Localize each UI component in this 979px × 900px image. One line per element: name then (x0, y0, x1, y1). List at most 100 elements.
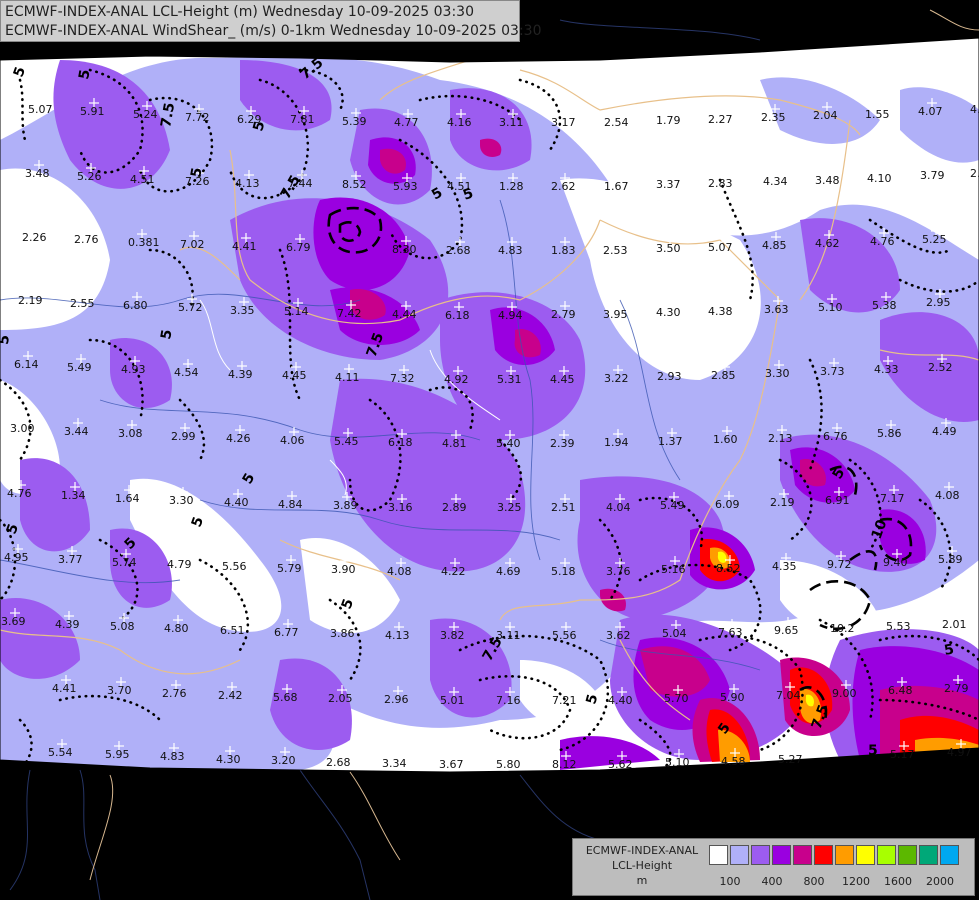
legend-swatch (835, 845, 854, 865)
windshear-value-label: 4.11 (335, 371, 360, 384)
windshear-value-label: 1.79 (656, 114, 681, 127)
windshear-value-label: 5.45 (334, 435, 359, 448)
windshear-value-label: 3.73 (820, 365, 845, 378)
windshear-value-label: 1.83 (551, 244, 576, 257)
windshear-value-label: 7.21 (552, 694, 577, 707)
windshear-value-label: 5.10 (665, 756, 690, 769)
windshear-value-label: 8.30 (392, 243, 417, 256)
windshear-value-label: 4.97 (947, 746, 972, 759)
windshear-value-label: 3.25 (497, 501, 522, 514)
windshear-value-label: 2.55 (70, 297, 95, 310)
windshear-value-label: 3.69 (1, 615, 26, 628)
windshear-value-label: 4.83 (498, 244, 523, 257)
windshear-value-label: 5.38 (872, 299, 897, 312)
windshear-value-label: 2.19 (18, 294, 43, 307)
windshear-value-label: 1.64 (115, 492, 140, 505)
legend-tick-label: 1200 (842, 875, 870, 888)
windshear-value-label: 4.38 (708, 305, 733, 318)
windshear-value-label: 4.58 (721, 755, 746, 768)
windshear-value-label: 5.95 (105, 748, 130, 761)
windshear-value-label: 4.06 (280, 434, 305, 447)
windshear-value-label: 5.86 (877, 427, 902, 440)
windshear-value-label: 4.81 (442, 437, 467, 450)
windshear-value-label: 4.08 (387, 565, 412, 578)
windshear-value-label: 2.42 (218, 689, 243, 702)
windshear-value-label: 4.51 (130, 173, 155, 186)
windshear-value-label: 5.54 (48, 746, 73, 759)
legend-swatch (793, 845, 812, 865)
windshear-value-label: 3.30 (169, 494, 194, 507)
windshear-value-label: 3.50 (656, 242, 681, 255)
windshear-value-label: 6.48 (888, 684, 913, 697)
windshear-value-label: 4.92 (444, 373, 469, 386)
windshear-value-label: 2.54 (604, 116, 629, 129)
windshear-value-label: 4.34 (763, 175, 788, 188)
windshear-value-label: 1.67 (604, 180, 629, 193)
windshear-value-label: 7.81 (290, 113, 315, 126)
windshear-value-label: 3.37 (656, 178, 681, 191)
windshear-value-label: 6.77 (274, 626, 299, 639)
windshear-value-label: 5.62 (608, 758, 633, 771)
windshear-value-label: 4.45 (550, 373, 575, 386)
windshear-value-label: 5.53 (886, 620, 911, 633)
windshear-value-label: 4.39 (55, 618, 80, 631)
windshear-value-label: 9.72 (827, 558, 852, 571)
windshear-value-label: 8.52 (716, 562, 741, 575)
windshear-value-label: 5.70 (664, 692, 689, 705)
windshear-value-label: 3.67 (439, 758, 464, 771)
legend-swatch (877, 845, 896, 865)
windshear-value-label: 4.80 (164, 622, 189, 635)
windshear-value-label: 2.68 (446, 244, 471, 257)
windshear-value-label: 3.90 (331, 563, 356, 576)
windshear-value-label: 5.14 (284, 305, 309, 318)
legend-variable: LCL-Height (611, 859, 673, 872)
windshear-value-label: 6.80 (123, 299, 148, 312)
windshear-value-label: 7.42 (337, 307, 362, 320)
legend-swatch (814, 845, 833, 865)
windshear-value-label: 6.51 (220, 624, 245, 637)
windshear-value-label: 4.83 (160, 750, 185, 763)
windshear-value-label: 4.62 (815, 237, 840, 250)
legend-tick-label: 1600 (884, 875, 912, 888)
windshear-value-label: 4.95 (4, 551, 29, 564)
windshear-value-label: 2.99 (171, 430, 196, 443)
legend-swatch (919, 845, 938, 865)
windshear-value-label: 4.54 (174, 366, 199, 379)
windshear-value-label: 2.51 (551, 501, 576, 514)
windshear-value-label: 7.02 (180, 238, 205, 251)
windshear-value-label: 4.33 (874, 363, 899, 376)
windshear-value-label: 5.07 (708, 241, 733, 254)
windshear-value-label: 3.00 (10, 422, 35, 435)
windshear-value-label: 5.08 (110, 620, 135, 633)
legend-swatch (751, 845, 770, 865)
windshear-value-label: 6.76 (823, 430, 848, 443)
windshear-value-label: 3.82 (440, 629, 465, 642)
windshear-value-label: 2.96 (384, 693, 409, 706)
windshear-value-label: 2.85 (711, 369, 736, 382)
windshear-value-label: 5.56 (222, 560, 247, 573)
windshear-value-label: 2.53 (603, 244, 628, 257)
windshear-value-label: 5.18 (551, 565, 576, 578)
windshear-value-label: 4.84 (278, 498, 303, 511)
windshear-value-label: 8.12 (552, 758, 577, 771)
windshear-value-label: 1.28 (499, 180, 524, 193)
windshear-value-label: 5.01 (440, 694, 465, 707)
windshear-value-label: 4.40 (224, 496, 249, 509)
contour-label: 5 (868, 743, 878, 759)
legend-tick-label: 100 (719, 875, 741, 888)
title-line-lcl: ECMWF-INDEX-ANAL LCL-Height (m) Wednesda… (5, 4, 474, 20)
windshear-value-label: 7.17 (880, 492, 905, 505)
legend-tick-label: 2000 (926, 875, 954, 888)
windshear-value-label: 4.08 (935, 489, 960, 502)
windshear-value-label: 2.68 (326, 756, 351, 769)
windshear-value-label: 5.74 (112, 556, 137, 569)
windshear-value-label: 5.17 (890, 748, 915, 761)
windshear-value-label: 2.62 (551, 180, 576, 193)
windshear-value-label: 4.76 (870, 235, 895, 248)
windshear-value-label: 3.48 (815, 174, 840, 187)
windshear-value-label: 2.93 (657, 370, 682, 383)
legend-title: ECMWF-INDEX-ANAL LCL-Height m (577, 843, 707, 888)
windshear-value-label: 5.90 (720, 691, 745, 704)
windshear-value-label: 4.13 (235, 177, 260, 190)
windshear-value-label: 3.11 (499, 116, 524, 129)
